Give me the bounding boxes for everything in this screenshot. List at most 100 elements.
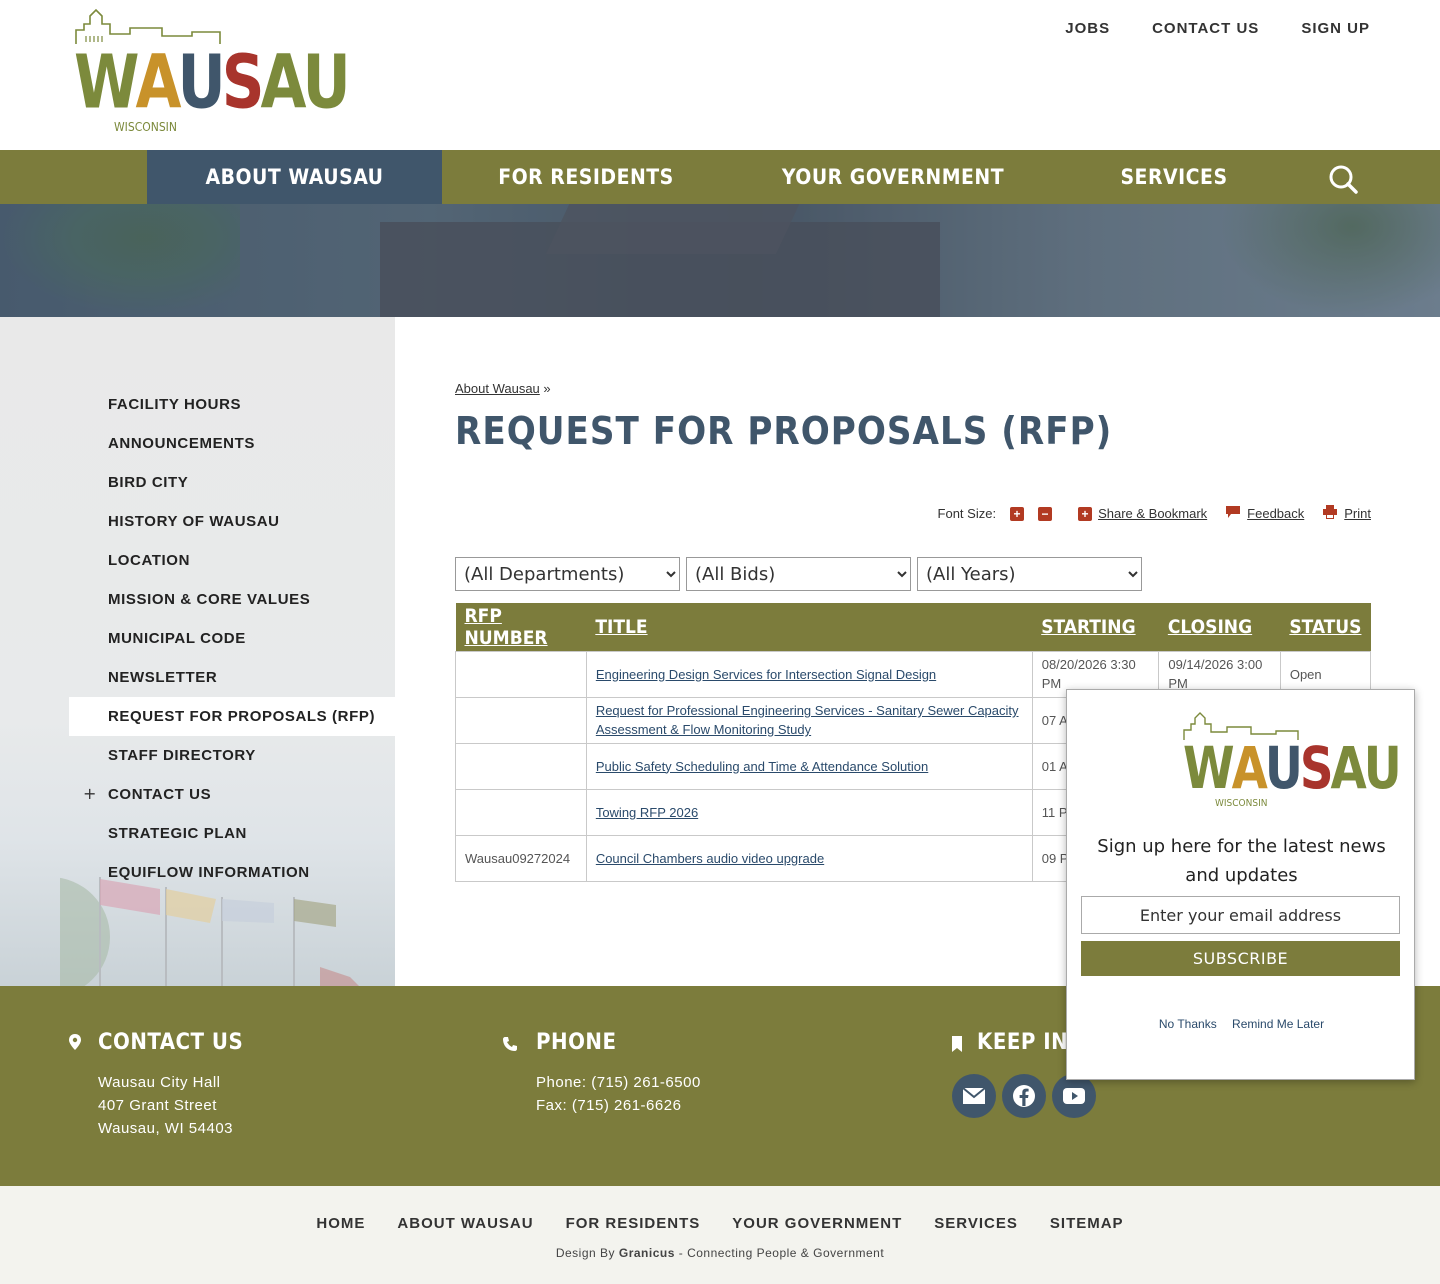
expand-icon[interactable]: + <box>83 784 96 803</box>
rfp-title-link[interactable]: Engineering Design Services for Intersec… <box>596 667 936 682</box>
share-bookmark-link[interactable]: Share & Bookmark <box>1098 506 1207 521</box>
nav-for-residents[interactable]: FOR RESIDENTS <box>442 150 730 204</box>
column-header-status[interactable]: STATUS <box>1280 603 1371 651</box>
sidebar-item-label[interactable]: STRATEGIC PLAN <box>108 825 247 842</box>
search-button[interactable] <box>1326 162 1360 196</box>
logo-letter: S <box>221 39 265 126</box>
logo-subtitle: WISCONSIN <box>114 120 177 134</box>
sidebar-item-mission[interactable]: MISSION & CORE VALUES <box>69 580 395 619</box>
popup-logo-subtitle: WISCONSIN <box>1215 798 1268 809</box>
rfp-title-link[interactable]: Towing RFP 2026 <box>596 805 698 820</box>
sidebar-item-contact-us[interactable]: + CONTACT US <box>69 775 395 814</box>
sidebar-item-municipal-code[interactable]: MUNICIPAL CODE <box>69 619 395 658</box>
subscribe-button[interactable]: SUBSCRIBE <box>1081 941 1400 976</box>
title-cell: Towing RFP 2026 <box>585 788 1033 836</box>
sign-up-link[interactable]: SIGN UP <box>1301 20 1370 37</box>
logo-letter: U <box>302 39 350 126</box>
footer-phone: PHONE Phone: (715) 261-6500 Fax: (715) 2… <box>503 1030 701 1117</box>
rfp-title-link[interactable]: Council Chambers audio video upgrade <box>596 851 824 866</box>
sidebar-item-history[interactable]: HISTORY OF WAUSAU <box>69 502 395 541</box>
logo-letter: U <box>177 39 226 126</box>
rfp-title-link[interactable]: Request for Professional Engineering Ser… <box>596 703 1019 737</box>
sidebar-item-rfp[interactable]: REQUEST FOR PROPOSALS (RFP) <box>69 697 395 736</box>
logo-letter: U <box>1363 735 1402 803</box>
logo-letter: U <box>1264 735 1303 803</box>
sidebar-item-bird-city[interactable]: BIRD CITY <box>69 463 395 502</box>
sidebar-item-label[interactable]: CONTACT US <box>108 786 211 803</box>
sidebar-item-label[interactable]: MUNICIPAL CODE <box>108 630 246 647</box>
share-icon: + <box>1078 506 1093 521</box>
sidebar-item-label[interactable]: REQUEST FOR PROPOSALS (RFP) <box>108 708 375 725</box>
font-size-label: Font Size: <box>937 506 997 521</box>
sidebar-item-label[interactable]: EQUIFLOW INFORMATION <box>108 864 310 881</box>
sidebar-item-staff-directory[interactable]: STAFF DIRECTORY <box>69 736 395 775</box>
nav-your-government[interactable]: YOUR GOVERNMENT <box>730 150 1056 204</box>
youtube-social-button[interactable] <box>1052 1074 1096 1118</box>
footer-contact-heading: CONTACT US <box>98 1030 244 1055</box>
print-link[interactable]: Print <box>1344 506 1371 521</box>
email-social-button[interactable] <box>952 1074 996 1118</box>
bookmark-icon <box>952 1036 962 1052</box>
breadcrumb-about-wausau[interactable]: About Wausau <box>455 381 540 396</box>
feedback-link[interactable]: Feedback <box>1247 506 1304 521</box>
sidebar-item-label[interactable]: LOCATION <box>108 552 190 569</box>
column-header-rfp-number[interactable]: RFP NUMBER <box>455 603 587 651</box>
sidebar-item-announcements[interactable]: ANNOUNCEMENTS <box>69 424 395 463</box>
feedback-icon <box>1225 505 1241 522</box>
rfp-number-cell: Wausau09272024 <box>455 834 587 882</box>
footer-nav: HOME ABOUT WAUSAU FOR RESIDENTS YOUR GOV… <box>0 1215 1440 1232</box>
font-decrease-button[interactable]: − <box>1038 506 1053 521</box>
popup-message: Sign up here for the latest news and upd… <box>1097 836 1386 886</box>
no-thanks-link[interactable]: No Thanks <box>1159 1017 1217 1031</box>
column-header-title[interactable]: TITLE <box>586 603 1033 651</box>
sidebar-item-equiflow[interactable]: EQUIFLOW INFORMATION <box>69 853 395 892</box>
title-cell: Engineering Design Services for Intersec… <box>585 650 1033 698</box>
sidebar-item-label[interactable]: NEWSLETTER <box>108 669 217 686</box>
sidebar-item-facility-hours[interactable]: FACILITY HOURS <box>69 385 395 424</box>
newsletter-signup-popup: W A U S A U WISCONSIN Sign up here for t… <box>1066 689 1415 1080</box>
page-title: REQUEST FOR PROPOSALS (RFP) <box>455 409 1113 453</box>
popup-logo: W A U S A U WISCONSIN <box>1181 710 1402 815</box>
logo-letter: A <box>260 39 306 126</box>
email-input[interactable] <box>1081 896 1400 934</box>
years-select[interactable]: (All Years) <box>917 557 1142 591</box>
column-header-closing[interactable]: CLOSING <box>1158 603 1281 651</box>
nav-services[interactable]: SERVICES <box>1056 150 1292 204</box>
facebook-social-button[interactable] <box>1002 1074 1046 1118</box>
nav-about-wausau[interactable]: ABOUT WAUSAU <box>147 150 442 204</box>
rfp-number-cell <box>455 788 587 836</box>
sidebar-item-label[interactable]: HISTORY OF WAUSAU <box>108 513 280 530</box>
footer-contact: CONTACT US Wausau City Hall 407 Grant St… <box>69 1030 244 1140</box>
logo-letter: A <box>135 39 182 126</box>
footer-phone-numbers: Phone: (715) 261-6500 Fax: (715) 261-662… <box>536 1074 701 1114</box>
wausau-logo[interactable]: W A U S A U WISCONSIN <box>72 6 351 138</box>
footer-nav-residents[interactable]: FOR RESIDENTS <box>566 1215 701 1232</box>
footer-nav-sitemap[interactable]: SITEMAP <box>1050 1215 1124 1232</box>
footer-nav-government[interactable]: YOUR GOVERNMENT <box>732 1215 902 1232</box>
department-select[interactable]: (All Departments) <box>455 557 680 591</box>
font-increase-button[interactable]: + <box>1010 506 1025 521</box>
granicus-link[interactable]: Granicus <box>619 1246 675 1260</box>
footer-nav-services[interactable]: SERVICES <box>934 1215 1018 1232</box>
sidebar-item-label[interactable]: BIRD CITY <box>108 474 188 491</box>
footer-nav-home[interactable]: HOME <box>316 1215 365 1232</box>
email-icon <box>962 1087 986 1104</box>
sidebar-item-newsletter[interactable]: NEWSLETTER <box>69 658 395 697</box>
sidebar-item-label[interactable]: ANNOUNCEMENTS <box>108 435 255 452</box>
sidebar-item-location[interactable]: LOCATION <box>69 541 395 580</box>
contact-us-link[interactable]: CONTACT US <box>1152 20 1259 37</box>
bids-select[interactable]: (All Bids) <box>686 557 911 591</box>
sidebar-item-strategic-plan[interactable]: STRATEGIC PLAN <box>69 814 395 853</box>
sidebar-item-label[interactable]: FACILITY HOURS <box>108 396 241 413</box>
design-credit: Design By Granicus - Connecting People &… <box>555 1246 885 1260</box>
search-icon <box>1329 165 1358 194</box>
footer-nav-about[interactable]: ABOUT WAUSAU <box>397 1215 533 1232</box>
sidebar-item-label[interactable]: STAFF DIRECTORY <box>108 747 256 764</box>
remind-me-later-link[interactable]: Remind Me Later <box>1232 1017 1324 1031</box>
column-header-starting[interactable]: STARTING <box>1032 603 1159 651</box>
breadcrumb: About Wausau » <box>455 381 551 396</box>
rfp-title-link[interactable]: Public Safety Scheduling and Time & Atte… <box>596 759 928 774</box>
sidebar-item-label[interactable]: MISSION & CORE VALUES <box>108 591 310 608</box>
jobs-link[interactable]: JOBS <box>1065 20 1110 37</box>
title-cell: Request for Professional Engineering Ser… <box>585 696 1033 744</box>
